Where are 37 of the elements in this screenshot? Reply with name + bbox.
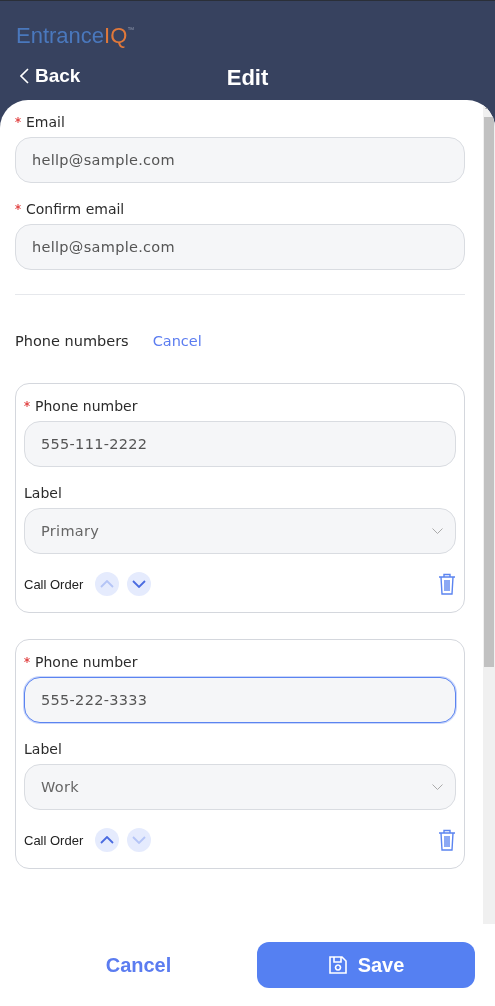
email-field[interactable]: hellp@sample.com: [15, 224, 465, 270]
trash-icon: [438, 573, 456, 595]
field-label: Label: [24, 741, 63, 757]
field-label: Confirm email: [15, 201, 465, 217]
call-order-label: Call Order: [24, 832, 84, 848]
label-select[interactable]: Work: [24, 764, 456, 810]
move-up-button[interactable]: [95, 828, 120, 852]
cancel-button[interactable]: Cancel: [20, 952, 257, 978]
chevron-left-icon: [20, 68, 29, 84]
page-title: Edit: [226, 65, 269, 91]
section-title: Phone numbers: [15, 333, 129, 349]
move-down-button[interactable]: [127, 572, 152, 596]
phone-field[interactable]: 555-111-2222: [24, 421, 456, 467]
field-label: Phone number: [24, 654, 456, 670]
chevron-up-icon: [100, 580, 115, 588]
label-select[interactable]: Primary: [24, 508, 456, 554]
chevron-up-icon: [100, 836, 115, 844]
delete-button[interactable]: [438, 573, 456, 595]
back-button[interactable]: Back: [20, 65, 81, 87]
field-label: Phone number: [24, 398, 456, 414]
chevron-down-icon: [132, 580, 147, 588]
required-icon: [24, 657, 30, 663]
phone-field[interactable]: 555-222-3333: [24, 677, 456, 723]
call-order-label: Call Order: [24, 576, 84, 592]
required-icon: [24, 401, 30, 407]
required-icon: [15, 117, 21, 123]
field-label: Email: [15, 114, 465, 130]
email-field[interactable]: hellp@sample.com: [15, 137, 465, 183]
required-icon: [15, 204, 21, 210]
chevron-down-icon: [432, 528, 443, 534]
field-label: Label: [24, 485, 63, 501]
trash-icon: [438, 829, 456, 851]
cancel-link[interactable]: Cancel: [152, 333, 202, 349]
chevron-down-icon: [432, 784, 443, 790]
delete-button[interactable]: [438, 829, 456, 851]
save-button[interactable]: Save: [257, 942, 475, 988]
chevron-down-icon: [132, 836, 147, 844]
